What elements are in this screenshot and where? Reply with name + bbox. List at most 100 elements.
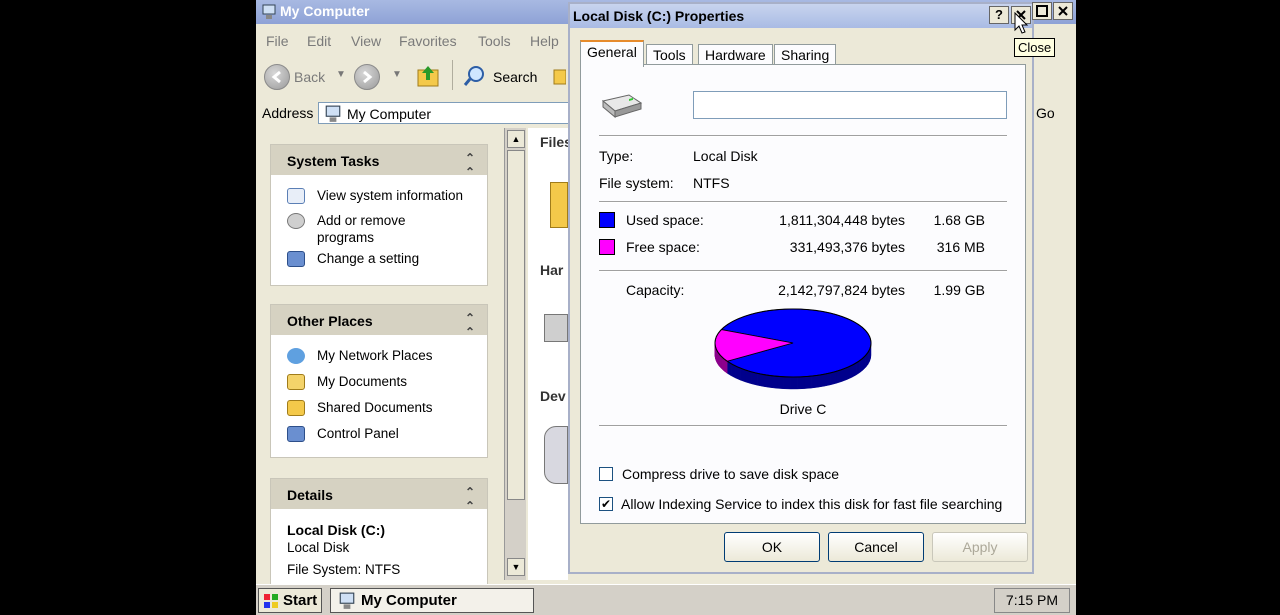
task-label: View system information (317, 188, 464, 203)
ok-button[interactable]: OK (724, 532, 820, 562)
explorer-close-button[interactable] (1053, 2, 1073, 20)
drive-label: Drive C (779, 401, 827, 417)
search-icon[interactable] (462, 63, 488, 89)
file-system-value: NTFS (693, 175, 730, 191)
vertical-scrollbar[interactable]: ▲ ▼ (504, 128, 526, 580)
tab-general[interactable]: General (580, 40, 644, 67)
folders-icon[interactable] (552, 64, 566, 88)
other-places-panel: Other Places ⌃ ⌃ My Network Places My Doc… (270, 304, 488, 458)
tab-sharing[interactable]: Sharing (774, 44, 837, 66)
address-input[interactable]: My Computer (318, 102, 578, 124)
back-dropdown-icon[interactable]: ▼ (336, 69, 346, 80)
search-button-label[interactable]: Search (493, 69, 537, 85)
control-panel-icon (287, 426, 305, 442)
dialog-title: Local Disk (C:) Properties (573, 8, 745, 24)
hard-drive-icon[interactable] (544, 314, 568, 342)
capacity-label: Capacity: (626, 282, 685, 298)
group-header-devices: Dev (540, 388, 566, 404)
my-computer-icon (262, 4, 276, 19)
properties-dialog: Local Disk (C:) Properties ? General Too… (568, 2, 1034, 574)
start-label: Start (283, 592, 318, 609)
my-documents-icon (287, 374, 305, 390)
collapse-chevron-icon[interactable]: ⌃ ⌃ (465, 151, 475, 179)
back-button-label[interactable]: Back (294, 69, 325, 85)
task-label: Change a setting (317, 251, 420, 266)
place-my-network-places[interactable]: My Network Places (271, 347, 487, 364)
maximize-button[interactable] (1032, 2, 1052, 20)
used-space-side (790, 376, 798, 390)
used-space-side (763, 374, 771, 388)
volume-label-input[interactable] (693, 91, 1007, 119)
dialog-titlebar[interactable]: Local Disk (C:) Properties ? (570, 4, 1032, 28)
task-change-setting[interactable]: Change a setting (271, 250, 487, 267)
place-label: Control Panel (317, 426, 399, 441)
toolbar-divider (452, 60, 453, 90)
separator (599, 425, 1007, 427)
used-space-side (797, 376, 805, 390)
separator (599, 270, 1007, 272)
menu-edit[interactable]: Edit (307, 33, 331, 49)
indexing-label[interactable]: Allow Indexing Service to index this dis… (621, 496, 1002, 512)
place-shared-documents[interactable]: Shared Documents (271, 399, 487, 416)
taskbar: Start My Computer 7:15 PM (256, 584, 1076, 615)
menu-favorites[interactable]: Favorites (399, 33, 457, 49)
explorer-title: My Computer (280, 3, 370, 19)
taskbar-item-label: My Computer (361, 592, 457, 609)
apply-button[interactable]: Apply (932, 532, 1028, 562)
group-header-hard-disks: Har (540, 262, 564, 278)
type-value: Local Disk (693, 148, 758, 164)
used-space-swatch (599, 212, 615, 228)
taskbar-item-my-computer[interactable]: My Computer (330, 588, 534, 613)
help-button[interactable]: ? (989, 6, 1009, 24)
tab-hardware[interactable]: Hardware (698, 44, 773, 66)
forward-dropdown-icon[interactable]: ▼ (392, 69, 402, 80)
tab-tools[interactable]: Tools (646, 44, 693, 66)
hard-drive-icon (601, 94, 643, 119)
clock[interactable]: 7:15 PM (994, 588, 1070, 613)
compress-checkbox[interactable] (599, 467, 613, 481)
menu-file[interactable]: File (266, 33, 289, 49)
collapse-chevron-icon[interactable]: ⌃ ⌃ (465, 485, 475, 513)
free-space-swatch (599, 239, 615, 255)
other-places-header[interactable]: Other Places ⌃ ⌃ (271, 305, 487, 339)
system-info-icon (287, 188, 305, 204)
folder-icon (287, 400, 305, 416)
menu-tools[interactable]: Tools (478, 33, 511, 49)
folder-icon[interactable] (550, 182, 568, 228)
details-header[interactable]: Details ⌃ ⌃ (271, 479, 487, 513)
start-button[interactable]: Start (258, 588, 322, 613)
forward-arrow-icon[interactable] (354, 64, 380, 90)
file-system-label: File system: (599, 175, 674, 191)
task-add-remove-programs[interactable]: Add or remove programs (271, 212, 441, 246)
scroll-down-button[interactable]: ▼ (507, 558, 525, 576)
collapse-chevron-icon[interactable]: ⌃ ⌃ (465, 311, 475, 339)
system-tasks-header[interactable]: System Tasks ⌃ ⌃ (271, 145, 487, 179)
go-button[interactable]: Go (1036, 105, 1055, 121)
address-label: Address (262, 105, 314, 121)
up-folder-icon[interactable] (414, 62, 442, 90)
place-control-panel[interactable]: Control Panel (271, 425, 487, 442)
menu-help[interactable]: Help (530, 33, 559, 49)
file-list-area: Files Har Dev (528, 128, 572, 580)
back-arrow-icon[interactable] (264, 64, 290, 90)
cd-drive-icon[interactable] (544, 426, 568, 484)
indexing-checkbox[interactable]: ✔ (599, 497, 613, 511)
menu-view[interactable]: View (351, 33, 381, 49)
used-space-side (783, 376, 791, 390)
system-tasks-panel: System Tasks ⌃ ⌃ View system information … (270, 144, 488, 286)
place-my-documents[interactable]: My Documents (271, 373, 487, 390)
details-title: Details (287, 487, 333, 503)
used-space-side (810, 374, 818, 389)
place-label: My Documents (317, 374, 408, 389)
type-label: Type: (599, 148, 634, 164)
task-view-system-info[interactable]: View system information (271, 187, 487, 204)
scroll-thumb[interactable] (507, 150, 525, 500)
place-label: Shared Documents (317, 400, 433, 415)
scroll-up-button[interactable]: ▲ (507, 130, 525, 148)
cancel-button[interactable]: Cancel (828, 532, 924, 562)
used-space-size: 1.68 GB (933, 212, 985, 228)
compress-label[interactable]: Compress drive to save disk space (622, 466, 839, 482)
used-space-bytes: 1,811,304,448 bytes (779, 212, 905, 228)
place-label: My Network Places (317, 348, 433, 363)
used-space-side (804, 375, 812, 389)
